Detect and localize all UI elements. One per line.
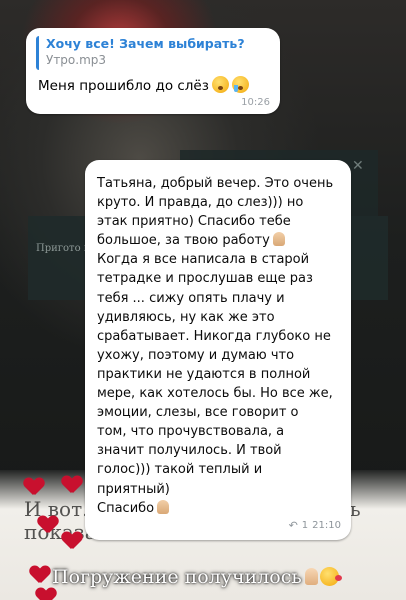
reply-quote-subtitle: Утро.mp3 xyxy=(46,53,107,67)
heart-icon xyxy=(36,588,56,600)
message-bubble-reply[interactable]: Хочу все! Зачем выбирать? Утро.mp3 Меня … xyxy=(26,28,280,114)
message-line: мере, как хотелось бы. Но все же, xyxy=(97,386,333,402)
message-line: практики не удаются в полной xyxy=(97,366,311,382)
close-icon: ✕ xyxy=(352,158,364,174)
message-time: 10:26 xyxy=(241,97,270,108)
message-line: тебя ... сижу опять плачу и xyxy=(97,290,285,306)
message-text-content: Меня прошибло до слёз xyxy=(38,78,209,94)
reply-count: 1 xyxy=(301,520,309,531)
folded-hands-icon xyxy=(157,499,170,514)
message-line: значит получилось. И твой xyxy=(97,443,282,459)
message-line: круто. И правда, до слез))) но xyxy=(97,195,304,211)
astonished-face-icon xyxy=(211,76,229,93)
message-line: Когда я все написала в старой xyxy=(97,252,310,268)
message-line: этак приятно) Спасибо тебе xyxy=(97,214,291,230)
message-line: эмоции, слезы, все говорит о xyxy=(97,405,299,421)
message-time: 21:10 xyxy=(312,520,341,531)
message-line: срабатывает. Никогда глубоко не xyxy=(97,328,331,344)
heart-icon xyxy=(38,516,58,534)
heart-icon xyxy=(62,532,82,550)
message-line: Спасибо xyxy=(97,500,155,516)
story-caption: Погружение получилось xyxy=(52,566,342,588)
reply-quote[interactable]: Хочу все! Зачем выбирать? Утро.mp3 xyxy=(36,36,270,70)
heart-icon xyxy=(62,476,82,494)
message-text: Меня прошибло до слёз xyxy=(38,76,249,96)
message-bubble-main[interactable]: Татьяна, добрый вечер. Это очень круто. … xyxy=(85,160,351,540)
message-body: Татьяна, добрый вечер. Это очень круто. … xyxy=(97,174,343,518)
folded-hands-icon xyxy=(272,232,285,247)
reply-arrow-icon[interactable]: ↶ xyxy=(289,519,298,532)
message-line-wrapper: большое, за твою работу xyxy=(97,231,343,250)
message-line: ухожу, поэтому и думаю что xyxy=(97,347,295,363)
reply-quote-title: Хочу все! Зачем выбирать? xyxy=(46,36,245,51)
heart-icon xyxy=(30,566,50,584)
message-line: тетрадке и прослушав еще раз xyxy=(97,271,313,287)
message-line: Татьяна, добрый вечер. Это очень xyxy=(97,176,334,191)
message-line: приятный) xyxy=(97,481,170,497)
message-line-wrapper: Спасибо xyxy=(97,499,343,518)
message-line: большое, за твою работу xyxy=(97,233,270,249)
folded-hands-icon xyxy=(304,568,318,585)
message-line: удивляюсь, ну как же это xyxy=(97,309,275,325)
crying-face-icon xyxy=(231,76,249,93)
caption-text: Погружение получилось xyxy=(52,566,302,588)
message-line: том, что прочувствовала, а xyxy=(97,424,285,440)
message-meta: ↶ 1 21:10 xyxy=(289,519,341,532)
message-line: голос))) такой теплый и xyxy=(97,462,263,478)
smiling-face-hearts-icon xyxy=(319,567,342,586)
heart-icon xyxy=(24,478,44,496)
